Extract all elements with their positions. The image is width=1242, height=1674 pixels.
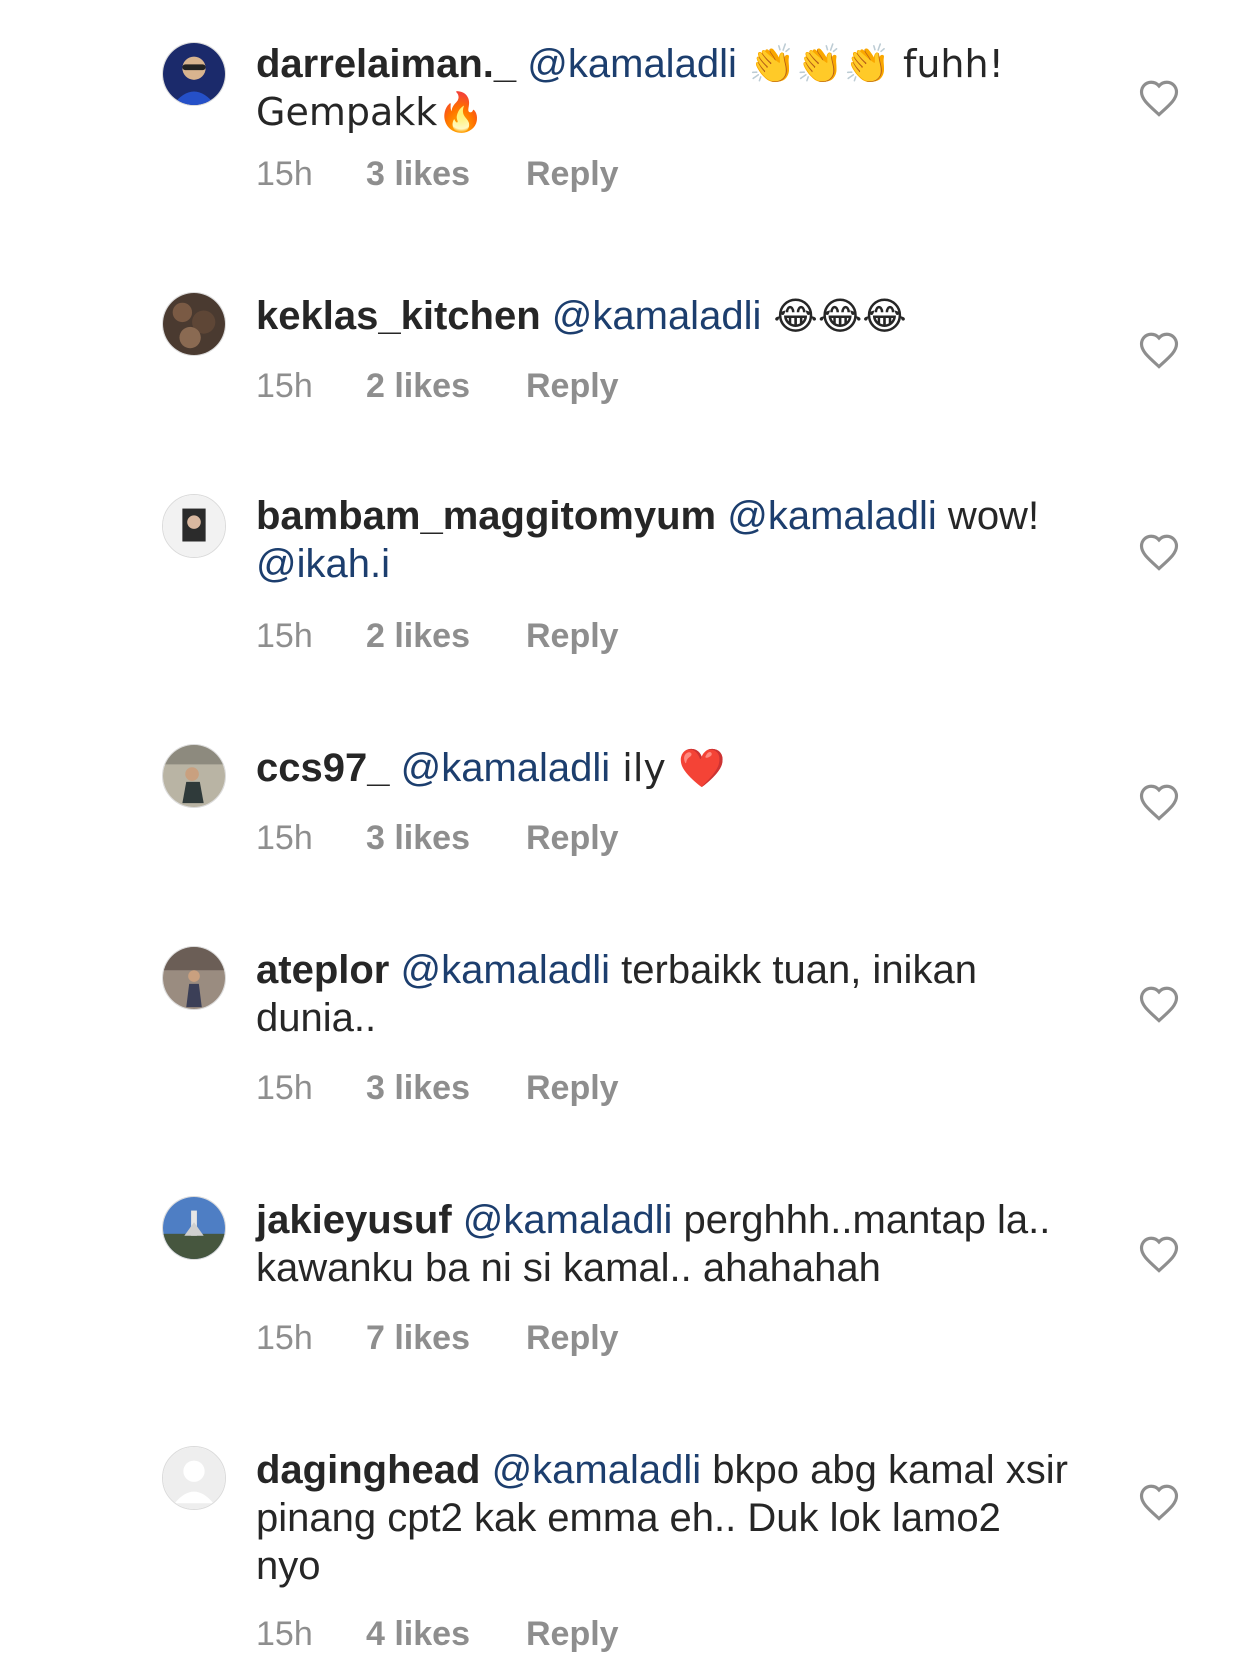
comment-mention[interactable]: @kamaladli bbox=[552, 294, 762, 338]
avatar[interactable] bbox=[162, 744, 226, 808]
comment-likes-count[interactable]: 2 likes bbox=[366, 616, 526, 656]
comment-mention[interactable]: @kamaladli bbox=[492, 1448, 702, 1492]
comment-username[interactable]: keklas_kitchen bbox=[256, 294, 541, 338]
heart-icon[interactable] bbox=[1138, 78, 1180, 118]
comment-meta: 15h 4 likes Reply bbox=[256, 1614, 619, 1654]
heart-icon[interactable] bbox=[1138, 1234, 1180, 1274]
comment-timestamp: 15h bbox=[256, 1615, 313, 1653]
reply-button[interactable]: Reply bbox=[526, 154, 619, 194]
heart-icon[interactable] bbox=[1138, 532, 1180, 572]
comment-mention[interactable]: @kamaladli bbox=[401, 746, 611, 790]
comment-text: keklas_kitchen @kamaladli 😂😂😂 bbox=[256, 292, 1076, 340]
comment-meta: 15h 2 likes Reply bbox=[256, 366, 619, 406]
comment-username[interactable]: daginghead bbox=[256, 1448, 480, 1492]
person-silhouette-icon bbox=[163, 1447, 225, 1509]
comment-text: ccs97_ @kamaladli ily ❤️ bbox=[256, 744, 1076, 792]
comment-mention-secondary[interactable]: @ikah.i bbox=[256, 542, 390, 586]
avatar[interactable] bbox=[162, 292, 226, 356]
comment-timestamp: 15h bbox=[256, 367, 313, 405]
comment-meta: 15h 3 likes Reply bbox=[256, 1068, 619, 1108]
comment-body: ily ❤️ bbox=[610, 746, 726, 790]
comment-timestamp: 15h bbox=[256, 617, 313, 655]
comment-likes-count[interactable]: 3 likes bbox=[366, 818, 526, 858]
heart-icon[interactable] bbox=[1138, 984, 1180, 1024]
comment-timestamp: 15h bbox=[256, 1319, 313, 1357]
comment-likes-count[interactable]: 2 likes bbox=[366, 366, 526, 406]
comment-meta: 15h 3 likes Reply bbox=[256, 818, 619, 858]
comment-likes-count[interactable]: 7 likes bbox=[366, 1318, 526, 1358]
comment-username[interactable]: darrelaiman._ bbox=[256, 42, 516, 86]
comment-text: darrelaiman._ @kamaladli 👏👏👏 fuhh! Gempa… bbox=[256, 40, 1076, 136]
comment-username[interactable]: ccs97_ bbox=[256, 746, 389, 790]
comment-username[interactable]: ateplor bbox=[256, 948, 389, 992]
heart-icon[interactable] bbox=[1138, 1482, 1180, 1522]
avatar[interactable] bbox=[162, 42, 226, 106]
avatar[interactable] bbox=[162, 1196, 226, 1260]
reply-button[interactable]: Reply bbox=[526, 616, 619, 656]
comment-timestamp: 15h bbox=[256, 819, 313, 857]
comment-timestamp: 15h bbox=[256, 155, 313, 193]
reply-button[interactable]: Reply bbox=[526, 818, 619, 858]
heart-icon[interactable] bbox=[1138, 330, 1180, 370]
avatar[interactable] bbox=[162, 946, 226, 1010]
comment-text: bambam_maggitomyum @kamaladli wow! @ikah… bbox=[256, 492, 1076, 588]
reply-button[interactable]: Reply bbox=[526, 366, 619, 406]
comment-text: daginghead @kamaladli bkpo abg kamal xsi… bbox=[256, 1446, 1076, 1590]
comment-text: ateplor @kamaladli terbaikk tuan, inikan… bbox=[256, 946, 1076, 1042]
comment-meta: 15h 2 likes Reply bbox=[256, 616, 619, 656]
heart-icon[interactable] bbox=[1138, 782, 1180, 822]
comment-likes-count[interactable]: 3 likes bbox=[366, 1068, 526, 1108]
reply-button[interactable]: Reply bbox=[526, 1318, 619, 1358]
avatar[interactable] bbox=[162, 494, 226, 558]
comment-meta: 15h 3 likes Reply bbox=[256, 154, 619, 194]
comment-mention[interactable]: @kamaladli bbox=[400, 948, 610, 992]
comment-body: wow! bbox=[936, 494, 1040, 538]
comment-mention[interactable]: @kamaladli bbox=[463, 1198, 673, 1242]
avatar[interactable] bbox=[162, 1446, 226, 1510]
reply-button[interactable]: Reply bbox=[526, 1068, 619, 1108]
comment-likes-count[interactable]: 4 likes bbox=[366, 1614, 526, 1654]
comment-likes-count[interactable]: 3 likes bbox=[366, 154, 526, 194]
comment-username[interactable]: bambam_maggitomyum bbox=[256, 494, 716, 538]
comment-mention[interactable]: @kamaladli bbox=[727, 494, 937, 538]
comment-meta: 15h 7 likes Reply bbox=[256, 1318, 619, 1358]
comment-timestamp: 15h bbox=[256, 1069, 313, 1107]
comment-text: jakieyusuf @kamaladli perghhh..mantap la… bbox=[256, 1196, 1076, 1292]
reply-button[interactable]: Reply bbox=[526, 1614, 619, 1654]
comment-mention[interactable]: @kamaladli bbox=[527, 42, 737, 86]
comment-username[interactable]: jakieyusuf bbox=[256, 1198, 452, 1242]
comment-body: 😂😂😂 bbox=[761, 294, 907, 338]
